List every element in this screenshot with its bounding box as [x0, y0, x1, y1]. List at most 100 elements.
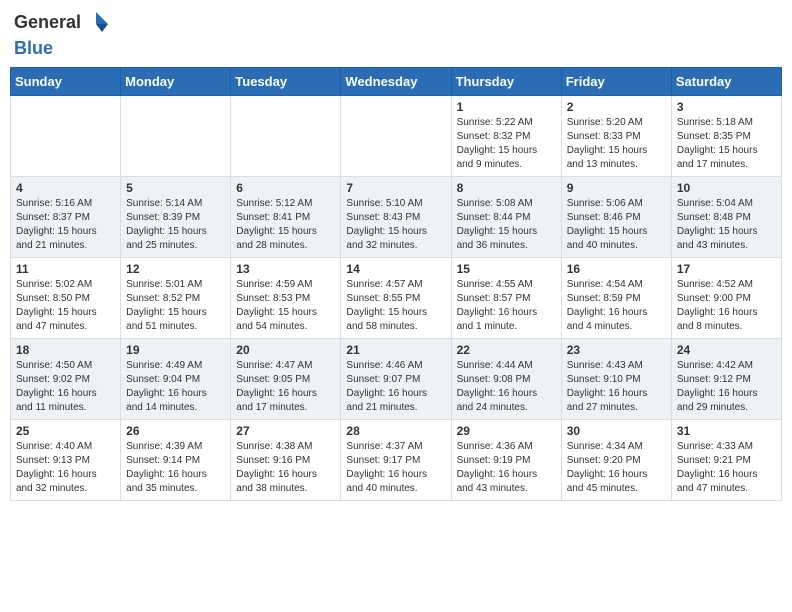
calendar-cell: 28 Sunrise: 4:37 AM Sunset: 9:17 PM Dayli… — [341, 420, 451, 501]
logo-text: General Blue — [14, 10, 111, 59]
calendar-cell: 29 Sunrise: 4:36 AM Sunset: 9:19 PM Dayli… — [451, 420, 561, 501]
calendar-cell: 13 Sunrise: 4:59 AM Sunset: 8:53 PM Dayli… — [231, 258, 341, 339]
calendar-cell: 12 Sunrise: 5:01 AM Sunset: 8:52 PM Dayli… — [121, 258, 231, 339]
logo-icon — [82, 10, 110, 38]
day-number: 22 — [457, 343, 556, 357]
calendar-cell: 15Sunrise: 4:55 AM Sunset: 8:57 PM Dayli… — [451, 258, 561, 339]
day-info: Sunrise: 4:34 AM Sunset: 9:20 PM Dayligh… — [567, 440, 666, 496]
calendar-cell: 8 Sunrise: 5:08 AM Sunset: 8:44 PM Daylig… — [451, 177, 561, 258]
day-info: Sunrise: 5:04 AM Sunset: 8:48 PM Dayligh… — [677, 197, 776, 253]
day-number: 13 — [236, 262, 335, 276]
calendar-cell: 14 Sunrise: 4:57 AM Sunset: 8:55 PM Dayli… — [341, 258, 451, 339]
day-info: Sunrise: 4:54 AM Sunset: 8:59 PM Dayligh… — [567, 278, 666, 334]
day-number: 29 — [457, 424, 556, 438]
day-info: Sunrise: 4:39 AM Sunset: 9:14 PM Dayligh… — [126, 440, 225, 496]
day-number: 5 — [126, 181, 225, 195]
day-info: Sunrise: 5:14 AM Sunset: 8:39 PM Dayligh… — [126, 197, 225, 253]
day-number: 11 — [16, 262, 115, 276]
calendar-cell — [11, 96, 121, 177]
calendar-cell: 26 Sunrise: 4:39 AM Sunset: 9:14 PM Dayli… — [121, 420, 231, 501]
calendar-cell — [231, 96, 341, 177]
day-number: 7 — [346, 181, 445, 195]
day-info: Sunrise: 5:16 AM Sunset: 8:37 PM Dayligh… — [16, 197, 115, 253]
day-info: Sunrise: 5:01 AM Sunset: 8:52 PM Dayligh… — [126, 278, 225, 334]
weekday-header: Sunday — [11, 68, 121, 96]
calendar-cell: 30 Sunrise: 4:34 AM Sunset: 9:20 PM Dayli… — [561, 420, 671, 501]
calendar-cell — [341, 96, 451, 177]
calendar-cell: 17Sunrise: 4:52 AM Sunset: 9:00 PM Dayli… — [671, 258, 781, 339]
day-info: Sunrise: 4:44 AM Sunset: 9:08 PM Dayligh… — [457, 359, 556, 415]
calendar-cell: 24 Sunrise: 4:42 AM Sunset: 9:12 PM Dayli… — [671, 339, 781, 420]
logo: General Blue — [14, 10, 111, 59]
day-number: 26 — [126, 424, 225, 438]
day-number: 8 — [457, 181, 556, 195]
day-number: 24 — [677, 343, 776, 357]
day-info: Sunrise: 5:08 AM Sunset: 8:44 PM Dayligh… — [457, 197, 556, 253]
calendar-cell: 6 Sunrise: 5:12 AM Sunset: 8:41 PM Daylig… — [231, 177, 341, 258]
day-number: 17 — [677, 262, 776, 276]
day-info: Sunrise: 5:12 AM Sunset: 8:41 PM Dayligh… — [236, 197, 335, 253]
calendar-cell: 31Sunrise: 4:33 AM Sunset: 9:21 PM Dayli… — [671, 420, 781, 501]
day-number: 6 — [236, 181, 335, 195]
day-info: Sunrise: 4:38 AM Sunset: 9:16 PM Dayligh… — [236, 440, 335, 496]
day-number: 30 — [567, 424, 666, 438]
calendar-week-row: 18 Sunrise: 4:50 AM Sunset: 9:02 PM Dayli… — [11, 339, 782, 420]
day-number: 20 — [236, 343, 335, 357]
day-number: 15 — [457, 262, 556, 276]
day-number: 19 — [126, 343, 225, 357]
day-number: 31 — [677, 424, 776, 438]
day-info: Sunrise: 5:06 AM Sunset: 8:46 PM Dayligh… — [567, 197, 666, 253]
day-info: Sunrise: 4:37 AM Sunset: 9:17 PM Dayligh… — [346, 440, 445, 496]
weekday-header: Saturday — [671, 68, 781, 96]
calendar-cell — [121, 96, 231, 177]
calendar-week-row: 25 Sunrise: 4:40 AM Sunset: 9:13 PM Dayli… — [11, 420, 782, 501]
calendar-week-row: 11 Sunrise: 5:02 AM Sunset: 8:50 PM Dayli… — [11, 258, 782, 339]
logo-general: General — [14, 12, 81, 32]
calendar-cell: 23Sunrise: 4:43 AM Sunset: 9:10 PM Dayli… — [561, 339, 671, 420]
day-number: 27 — [236, 424, 335, 438]
page-header: General Blue — [10, 10, 782, 59]
weekday-header: Monday — [121, 68, 231, 96]
day-number: 4 — [16, 181, 115, 195]
calendar-cell: 22 Sunrise: 4:44 AM Sunset: 9:08 PM Dayli… — [451, 339, 561, 420]
day-number: 18 — [16, 343, 115, 357]
day-number: 16 — [567, 262, 666, 276]
calendar-cell: 3 Sunrise: 5:18 AM Sunset: 8:35 PM Daylig… — [671, 96, 781, 177]
day-number: 12 — [126, 262, 225, 276]
weekday-header: Friday — [561, 68, 671, 96]
day-info: Sunrise: 4:42 AM Sunset: 9:12 PM Dayligh… — [677, 359, 776, 415]
day-info: Sunrise: 5:20 AM Sunset: 8:33 PM Dayligh… — [567, 116, 666, 172]
calendar-cell: 10 Sunrise: 5:04 AM Sunset: 8:48 PM Dayli… — [671, 177, 781, 258]
day-info: Sunrise: 5:22 AM Sunset: 8:32 PM Dayligh… — [457, 116, 556, 172]
day-info: Sunrise: 4:57 AM Sunset: 8:55 PM Dayligh… — [346, 278, 445, 334]
calendar-cell: 18 Sunrise: 4:50 AM Sunset: 9:02 PM Dayli… — [11, 339, 121, 420]
day-number: 14 — [346, 262, 445, 276]
calendar-cell: 2Sunrise: 5:20 AM Sunset: 8:33 PM Daylig… — [561, 96, 671, 177]
day-info: Sunrise: 4:36 AM Sunset: 9:19 PM Dayligh… — [457, 440, 556, 496]
day-number: 28 — [346, 424, 445, 438]
calendar-cell: 25 Sunrise: 4:40 AM Sunset: 9:13 PM Dayli… — [11, 420, 121, 501]
day-info: Sunrise: 4:59 AM Sunset: 8:53 PM Dayligh… — [236, 278, 335, 334]
calendar-cell: 5 Sunrise: 5:14 AM Sunset: 8:39 PM Daylig… — [121, 177, 231, 258]
day-number: 3 — [677, 100, 776, 114]
day-number: 21 — [346, 343, 445, 357]
calendar-cell: 1 Sunrise: 5:22 AM Sunset: 8:32 PM Daylig… — [451, 96, 561, 177]
weekday-header: Wednesday — [341, 68, 451, 96]
day-number: 1 — [457, 100, 556, 114]
calendar-cell: 9Sunrise: 5:06 AM Sunset: 8:46 PM Daylig… — [561, 177, 671, 258]
day-info: Sunrise: 4:40 AM Sunset: 9:13 PM Dayligh… — [16, 440, 115, 496]
calendar-cell: 4 Sunrise: 5:16 AM Sunset: 8:37 PM Daylig… — [11, 177, 121, 258]
weekday-header: Tuesday — [231, 68, 341, 96]
day-number: 10 — [677, 181, 776, 195]
calendar-cell: 16 Sunrise: 4:54 AM Sunset: 8:59 PM Dayli… — [561, 258, 671, 339]
calendar-table: SundayMondayTuesdayWednesdayThursdayFrid… — [10, 67, 782, 501]
day-info: Sunrise: 4:50 AM Sunset: 9:02 PM Dayligh… — [16, 359, 115, 415]
day-info: Sunrise: 5:18 AM Sunset: 8:35 PM Dayligh… — [677, 116, 776, 172]
calendar-cell: 7Sunrise: 5:10 AM Sunset: 8:43 PM Daylig… — [341, 177, 451, 258]
calendar-cell: 21Sunrise: 4:46 AM Sunset: 9:07 PM Dayli… — [341, 339, 451, 420]
day-number: 25 — [16, 424, 115, 438]
calendar-cell: 11 Sunrise: 5:02 AM Sunset: 8:50 PM Dayli… — [11, 258, 121, 339]
logo-blue: Blue — [14, 38, 53, 58]
calendar-week-row: 1 Sunrise: 5:22 AM Sunset: 8:32 PM Daylig… — [11, 96, 782, 177]
day-info: Sunrise: 5:02 AM Sunset: 8:50 PM Dayligh… — [16, 278, 115, 334]
